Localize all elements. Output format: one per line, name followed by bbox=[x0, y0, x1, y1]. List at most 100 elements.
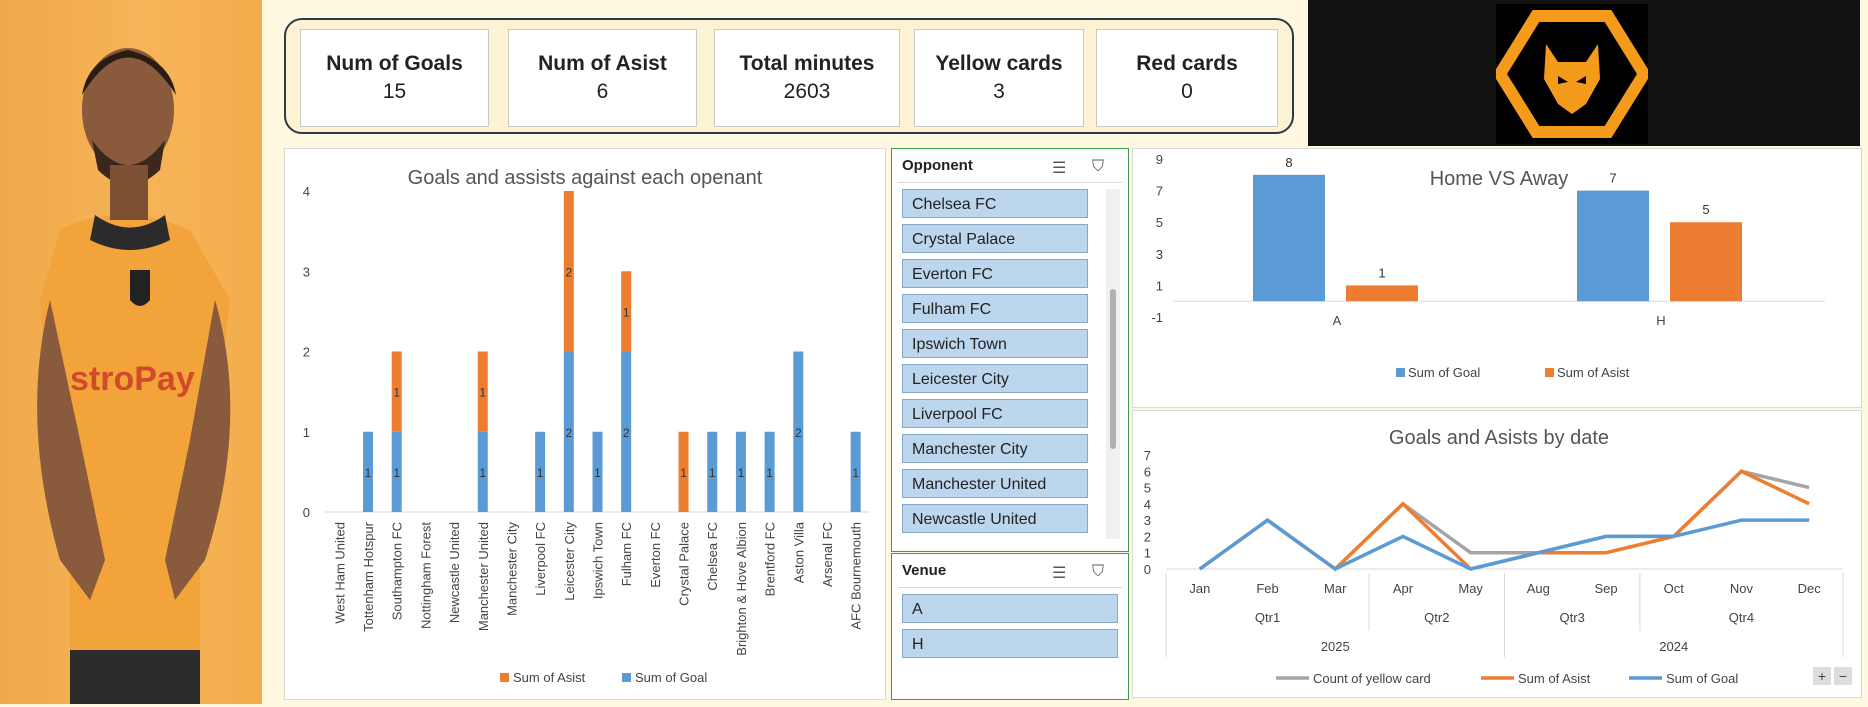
goal-data-label: 1 bbox=[852, 466, 859, 480]
y-tick-label: 9 bbox=[1156, 152, 1163, 167]
asist-data-label: 1 bbox=[1378, 265, 1385, 280]
x-tick-label: Oct bbox=[1664, 581, 1685, 596]
series-line bbox=[1198, 469, 1810, 572]
x-tick-label: Mar bbox=[1324, 581, 1347, 596]
x-tick-label: Fulham FC bbox=[619, 522, 634, 586]
legend-label: Count of yellow card bbox=[1313, 671, 1431, 686]
x-tick-label: Aug bbox=[1527, 581, 1550, 596]
kpi-label: Red cards bbox=[1136, 52, 1238, 75]
x-tick-label: Manchester United bbox=[476, 522, 491, 631]
goal-data-label: 1 bbox=[709, 466, 716, 480]
x-tick-label: Aston Villa bbox=[791, 521, 806, 583]
goal-data-label: 1 bbox=[738, 466, 745, 480]
kpi-label: Yellow cards bbox=[935, 52, 1063, 75]
kpi-label: Total minutes bbox=[739, 52, 875, 75]
slicer-title: Venue bbox=[902, 562, 947, 579]
kpi-value: 2603 bbox=[783, 80, 831, 103]
x-tick-label: Leicester City bbox=[562, 522, 577, 601]
y-tick-label: 4 bbox=[303, 184, 310, 199]
y-tick-label: 3 bbox=[1144, 513, 1151, 528]
chart-title: Goals and Asists by date bbox=[1389, 427, 1609, 449]
slicer-scrollbar[interactable] bbox=[1106, 189, 1120, 539]
y-tick-label: 2 bbox=[1144, 529, 1151, 544]
x-tick-label: Nottingham Forest bbox=[418, 522, 433, 629]
y-tick-label: 7 bbox=[1156, 184, 1163, 199]
kpi-card-minutes: Total minutes 2603 bbox=[714, 29, 900, 127]
x-tick-label: H bbox=[1656, 313, 1665, 328]
goal-bar bbox=[1253, 174, 1325, 302]
chart-title: Goals and assists against each openant bbox=[408, 167, 763, 189]
x-tick-label: West Ham United bbox=[332, 522, 347, 624]
kpi-label: Num of Goals bbox=[326, 52, 463, 75]
asist-bar bbox=[1346, 285, 1418, 302]
clear-filter-icon[interactable]: ⛉ bbox=[1092, 563, 1104, 581]
opponent-item[interactable]: Newcastle United bbox=[902, 504, 1088, 533]
opponent-item[interactable]: Crystal Palace bbox=[902, 224, 1088, 253]
opponent-item[interactable]: Manchester United bbox=[902, 469, 1088, 498]
multi-select-icon[interactable]: ☰ bbox=[1052, 158, 1066, 178]
goal-data-label: 1 bbox=[766, 466, 773, 480]
x-tick-label: A bbox=[1333, 313, 1342, 328]
goals-assists-by-date-chart[interactable]: Goals and Asists by date 0 1 2 3 4 5 6 7 Jan Feb Ma… bbox=[1132, 410, 1862, 698]
multi-select-icon[interactable]: ☰ bbox=[1052, 563, 1066, 583]
x-tick-label: Feb bbox=[1256, 581, 1278, 596]
series-line bbox=[1198, 517, 1810, 572]
goals-assists-by-opponent-chart[interactable]: Goals and assists against each openant 0 1… bbox=[284, 148, 886, 700]
y-tick-label: 0 bbox=[1144, 562, 1151, 577]
legend-goal-swatch bbox=[1396, 368, 1405, 377]
x-tick-label: Southampton FC bbox=[390, 522, 405, 620]
x-tick-label: AFC Bournemouth bbox=[849, 522, 864, 630]
kpi-panel: Num of Goals 15 Num of Asist 6 Total min… bbox=[284, 18, 1294, 134]
y-tick-label: 7 bbox=[1144, 448, 1151, 463]
goal-data-label: 1 bbox=[365, 466, 372, 480]
opponent-item[interactable]: Chelsea FC bbox=[902, 189, 1088, 218]
x-tick-label: Sep bbox=[1594, 581, 1617, 596]
kpi-card-red: Red cards 0 bbox=[1096, 29, 1278, 127]
opponent-item[interactable]: Fulham FC bbox=[902, 294, 1088, 323]
expand-button[interactable]: + bbox=[1813, 667, 1831, 685]
y-tick-label: 1 bbox=[1144, 546, 1151, 561]
opponent-item[interactable]: Everton FC bbox=[902, 259, 1088, 288]
kpi-card-goals: Num of Goals 15 bbox=[300, 29, 489, 127]
kpi-card-assists: Num of Asist 6 bbox=[508, 29, 697, 127]
opponent-item[interactable]: Leicester City bbox=[902, 364, 1088, 393]
x-tick-label: Newcastle United bbox=[447, 522, 462, 623]
slicer-title: Opponent bbox=[902, 157, 973, 174]
quarter-label: Qtr3 bbox=[1560, 610, 1585, 625]
x-tick-label: Manchester City bbox=[504, 522, 519, 616]
legend-asist-swatch bbox=[500, 673, 509, 682]
home-vs-away-chart[interactable]: Home VS Away -1 1 3 5 7 9 8 1 A 7 5 H Sum of Goal Sum … bbox=[1132, 148, 1862, 408]
player-photo: stroPay bbox=[0, 0, 262, 704]
kpi-card-yellow: Yellow cards 3 bbox=[914, 29, 1084, 127]
y-tick-label: 5 bbox=[1156, 215, 1163, 230]
opponent-item[interactable]: Ipswich Town bbox=[902, 329, 1088, 358]
venue-slicer[interactable]: Venue ☰ ⛉ AH bbox=[891, 553, 1129, 700]
goal-data-label: 2 bbox=[565, 426, 572, 440]
clear-filter-icon[interactable]: ⛉ bbox=[1092, 158, 1104, 176]
kpi-value: 3 bbox=[993, 80, 1005, 103]
goal-data-label: 1 bbox=[479, 466, 486, 480]
venue-item[interactable]: A bbox=[902, 594, 1118, 623]
x-tick-label: Everton FC bbox=[648, 522, 663, 588]
x-tick-label: Brentford FC bbox=[763, 522, 778, 596]
scrollbar-thumb[interactable] bbox=[1110, 289, 1116, 449]
svg-text:stroPay: stroPay bbox=[70, 360, 195, 398]
x-tick-label: May bbox=[1458, 581, 1483, 596]
y-tick-label: -1 bbox=[1151, 310, 1163, 325]
goal-data-label: 1 bbox=[393, 466, 400, 480]
y-tick-label: 3 bbox=[303, 264, 310, 279]
opponent-item[interactable]: Liverpool FC bbox=[902, 399, 1088, 428]
x-tick-label: Crystal Palace bbox=[677, 522, 692, 606]
y-tick-label: 5 bbox=[1144, 481, 1151, 496]
venue-item[interactable]: H bbox=[902, 629, 1118, 658]
goal-data-label: 1 bbox=[537, 466, 544, 480]
year-label: 2025 bbox=[1321, 639, 1350, 654]
opponent-item[interactable]: Manchester City bbox=[902, 434, 1088, 463]
asist-data-label: 5 bbox=[1702, 202, 1709, 217]
collapse-button[interactable]: − bbox=[1834, 667, 1852, 685]
y-tick-label: 4 bbox=[1144, 497, 1151, 512]
legend-label: Sum of Asist bbox=[1557, 365, 1630, 380]
opponent-slicer[interactable]: Opponent ☰ ⛉ Chelsea FC Crystal Palace Eve… bbox=[891, 148, 1129, 552]
quarter-label: Qtr4 bbox=[1729, 610, 1754, 625]
asist-data-label: 1 bbox=[623, 305, 630, 319]
